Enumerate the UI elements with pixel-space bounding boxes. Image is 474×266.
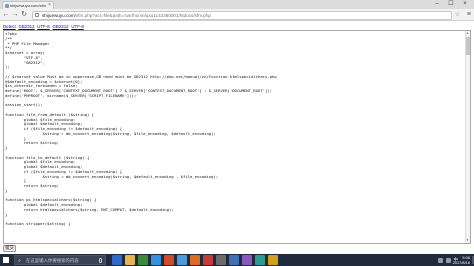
taskbar-app-icon[interactable] (138, 255, 148, 265)
search-placeholder: 在这里输入你要搜索的内容 (26, 258, 79, 263)
taskbar-app-icon[interactable] (268, 255, 278, 265)
maximize-icon[interactable]: ☐ (444, 0, 458, 9)
scroll-up-icon[interactable]: ▲ (465, 31, 470, 36)
taskbar-app-icon[interactable] (112, 255, 122, 265)
minimize-icon[interactable]: – (430, 0, 444, 9)
address-bar[interactable]: shijuewuyu.com/sfm.php?act=file&path=/us… (32, 10, 452, 20)
file-content[interactable]: <?php /** * PHP File Manager **/ $charse… (4, 31, 470, 227)
volume-icon[interactable] (445, 257, 451, 263)
pinned-apps (112, 255, 278, 265)
encoding-link-utf8[interactable]: UTF-8 (37, 24, 49, 29)
tab-strip: shijuewuyu.com/sfm × – ☐ × (0, 0, 474, 9)
scroll-down-icon[interactable]: ▼ (465, 238, 470, 243)
page-content: Detect GB2312 UTF-8 GB2312 UTF-8 <?php /… (0, 22, 474, 254)
forward-icon[interactable]: → (11, 10, 19, 19)
page-favicon-icon (5, 3, 9, 8)
close-window-icon[interactable]: × (458, 0, 472, 9)
taskbar-app-icon[interactable] (125, 255, 135, 265)
submit-button[interactable]: 提交 (3, 245, 16, 252)
bookmark-star-icon[interactable]: ☆ (455, 11, 460, 18)
microphone-icon[interactable] (99, 257, 102, 263)
window-controls: – ☐ × (430, 0, 472, 9)
network-icon[interactable] (437, 257, 443, 263)
address-path: /sfm.php?act=file&path=/usr/home/qxu1142… (74, 12, 211, 18)
back-icon[interactable]: ← (2, 10, 10, 19)
editor-scrollbar[interactable]: ▲ ▼ (465, 31, 470, 243)
browser-tab[interactable]: shijuewuyu.com/sfm × (2, 1, 54, 9)
taskbar-search-input[interactable]: ⌕ 在这里输入你要搜索的内容 (14, 255, 106, 265)
search-icon: ⌕ (18, 258, 21, 264)
encoding-links: Detect GB2312 UTF-8 GB2312 UTF-8 (3, 24, 85, 29)
encoding-link-detect[interactable]: Detect (3, 24, 16, 29)
taskbar-app-icon[interactable] (242, 255, 252, 265)
taskbar-app-icon[interactable] (229, 255, 239, 265)
tab-title: shijuewuyu.com/sfm (10, 3, 47, 8)
encoding-link-utf8-alt[interactable]: UTF-8 (71, 24, 83, 29)
taskbar-app-icon[interactable] (151, 255, 161, 265)
taskbar-app-icon[interactable] (164, 255, 174, 265)
toolbar: ← → ↻ shijuewuyu.com/sfm.php?act=file&pa… (0, 9, 474, 21)
taskbar-app-icon[interactable] (190, 255, 200, 265)
scrollbar-thumb[interactable] (465, 37, 470, 55)
encoding-link-gb2312-alt[interactable]: GB2312 (52, 24, 68, 29)
taskbar-app-icon[interactable] (255, 255, 265, 265)
taskbar-app-icon[interactable] (203, 255, 213, 265)
browser-menu-icon[interactable]: ≡ (467, 9, 471, 20)
clock-date: 2017/8/16 (452, 260, 470, 265)
tab-close-icon[interactable]: × (48, 2, 51, 9)
page-info-icon[interactable] (35, 13, 39, 17)
windows-start-icon[interactable] (3, 257, 9, 263)
taskbar-app-icon[interactable] (216, 255, 226, 265)
file-editor-textarea[interactable]: <?php /** * PHP File Manager **/ $charse… (3, 30, 471, 244)
taskbar-clock[interactable]: 5:08 2017/8/16 (453, 255, 470, 266)
encoding-link-gb2312[interactable]: GB2312 (18, 24, 34, 29)
address-host: shijuewuyu.com (42, 12, 75, 18)
taskbar-app-icon[interactable] (177, 255, 187, 265)
taskbar: ⌕ 在这里输入你要搜索的内容 中 5:08 2017/8/16 (0, 254, 474, 266)
reload-icon[interactable]: ↻ (20, 10, 28, 19)
